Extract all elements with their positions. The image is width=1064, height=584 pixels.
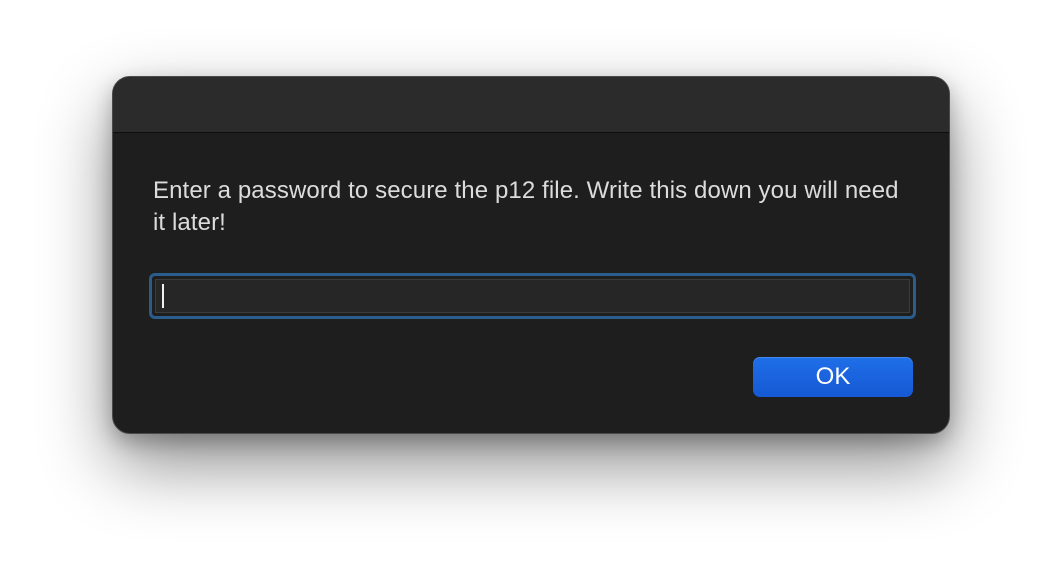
text-cursor xyxy=(162,284,164,308)
password-dialog: Enter a password to secure the p12 file.… xyxy=(112,76,950,434)
ok-button[interactable]: OK xyxy=(753,357,913,397)
screen: Enter a password to secure the p12 file.… xyxy=(0,0,1064,584)
password-field-focus-ring xyxy=(149,273,916,319)
dialog-titlebar[interactable] xyxy=(113,77,949,133)
password-input[interactable] xyxy=(155,279,910,313)
dialog-message: Enter a password to secure the p12 file.… xyxy=(153,177,899,236)
